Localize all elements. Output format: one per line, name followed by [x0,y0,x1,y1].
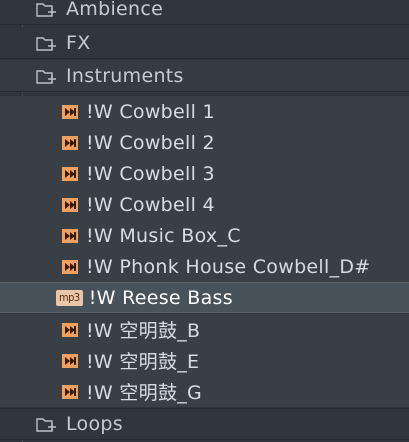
folder-ambience[interactable]: Ambience [0,0,409,25]
folder-open-icon [36,69,56,84]
folder-label: Instruments [66,64,184,87]
fl-sample-icon [62,135,78,150]
file-item-selected[interactable]: mp3 !W Reese Bass [0,282,409,313]
file-item[interactable]: !W 空明鼓_G [0,376,409,407]
folder-label: FX [66,31,91,54]
file-item[interactable]: !W Cowbell 3 [0,158,409,189]
file-label: !W 空明鼓_E [86,351,200,373]
mp3-icon: mp3 [56,289,83,306]
file-label: !W Reese Bass [88,286,233,309]
folder-icon [36,418,56,432]
folder-instruments[interactable]: Instruments [0,60,409,92]
folder-fx[interactable]: FX [0,27,409,59]
fl-sample-icon [62,353,78,368]
fl-sample-icon [62,322,78,337]
file-label: !W Phonk House Cowbell_D# [86,255,371,278]
file-label: !W Cowbell 4 [86,193,215,216]
file-label: !W Cowbell 1 [86,100,215,123]
file-item[interactable]: !W Cowbell 1 [0,96,409,127]
file-item[interactable]: !W 空明鼓_B [0,314,409,345]
fl-sample-icon [62,228,78,243]
folder-icon [36,36,56,51]
file-label: !W Cowbell 2 [86,131,215,154]
file-item[interactable]: !W 空明鼓_E [0,345,409,376]
folder-label: Ambience [66,0,164,20]
file-item[interactable]: !W Music Box_C [0,220,409,251]
fl-sample-icon [62,259,78,274]
file-label: !W 空明鼓_G [86,382,203,404]
fl-sample-icon [62,104,78,119]
file-label: !W Music Box_C [86,224,241,247]
folder-icon [36,2,56,17]
file-item[interactable]: !W Cowbell 2 [0,127,409,158]
file-label: !W Cowbell 3 [86,162,215,185]
file-item[interactable]: !W Cowbell 4 [0,189,409,220]
folder-loops[interactable]: Loops [0,408,409,440]
fl-sample-icon [62,384,78,399]
file-item[interactable]: !W Phonk House Cowbell_D# [0,251,409,282]
folder-label: Loops [66,413,123,435]
file-browser-panel: Ambience FX Instruments !W Cowbell 1 !W … [0,0,409,442]
fl-sample-icon [62,197,78,212]
file-label: !W 空明鼓_B [86,320,201,342]
fl-sample-icon [62,166,78,181]
